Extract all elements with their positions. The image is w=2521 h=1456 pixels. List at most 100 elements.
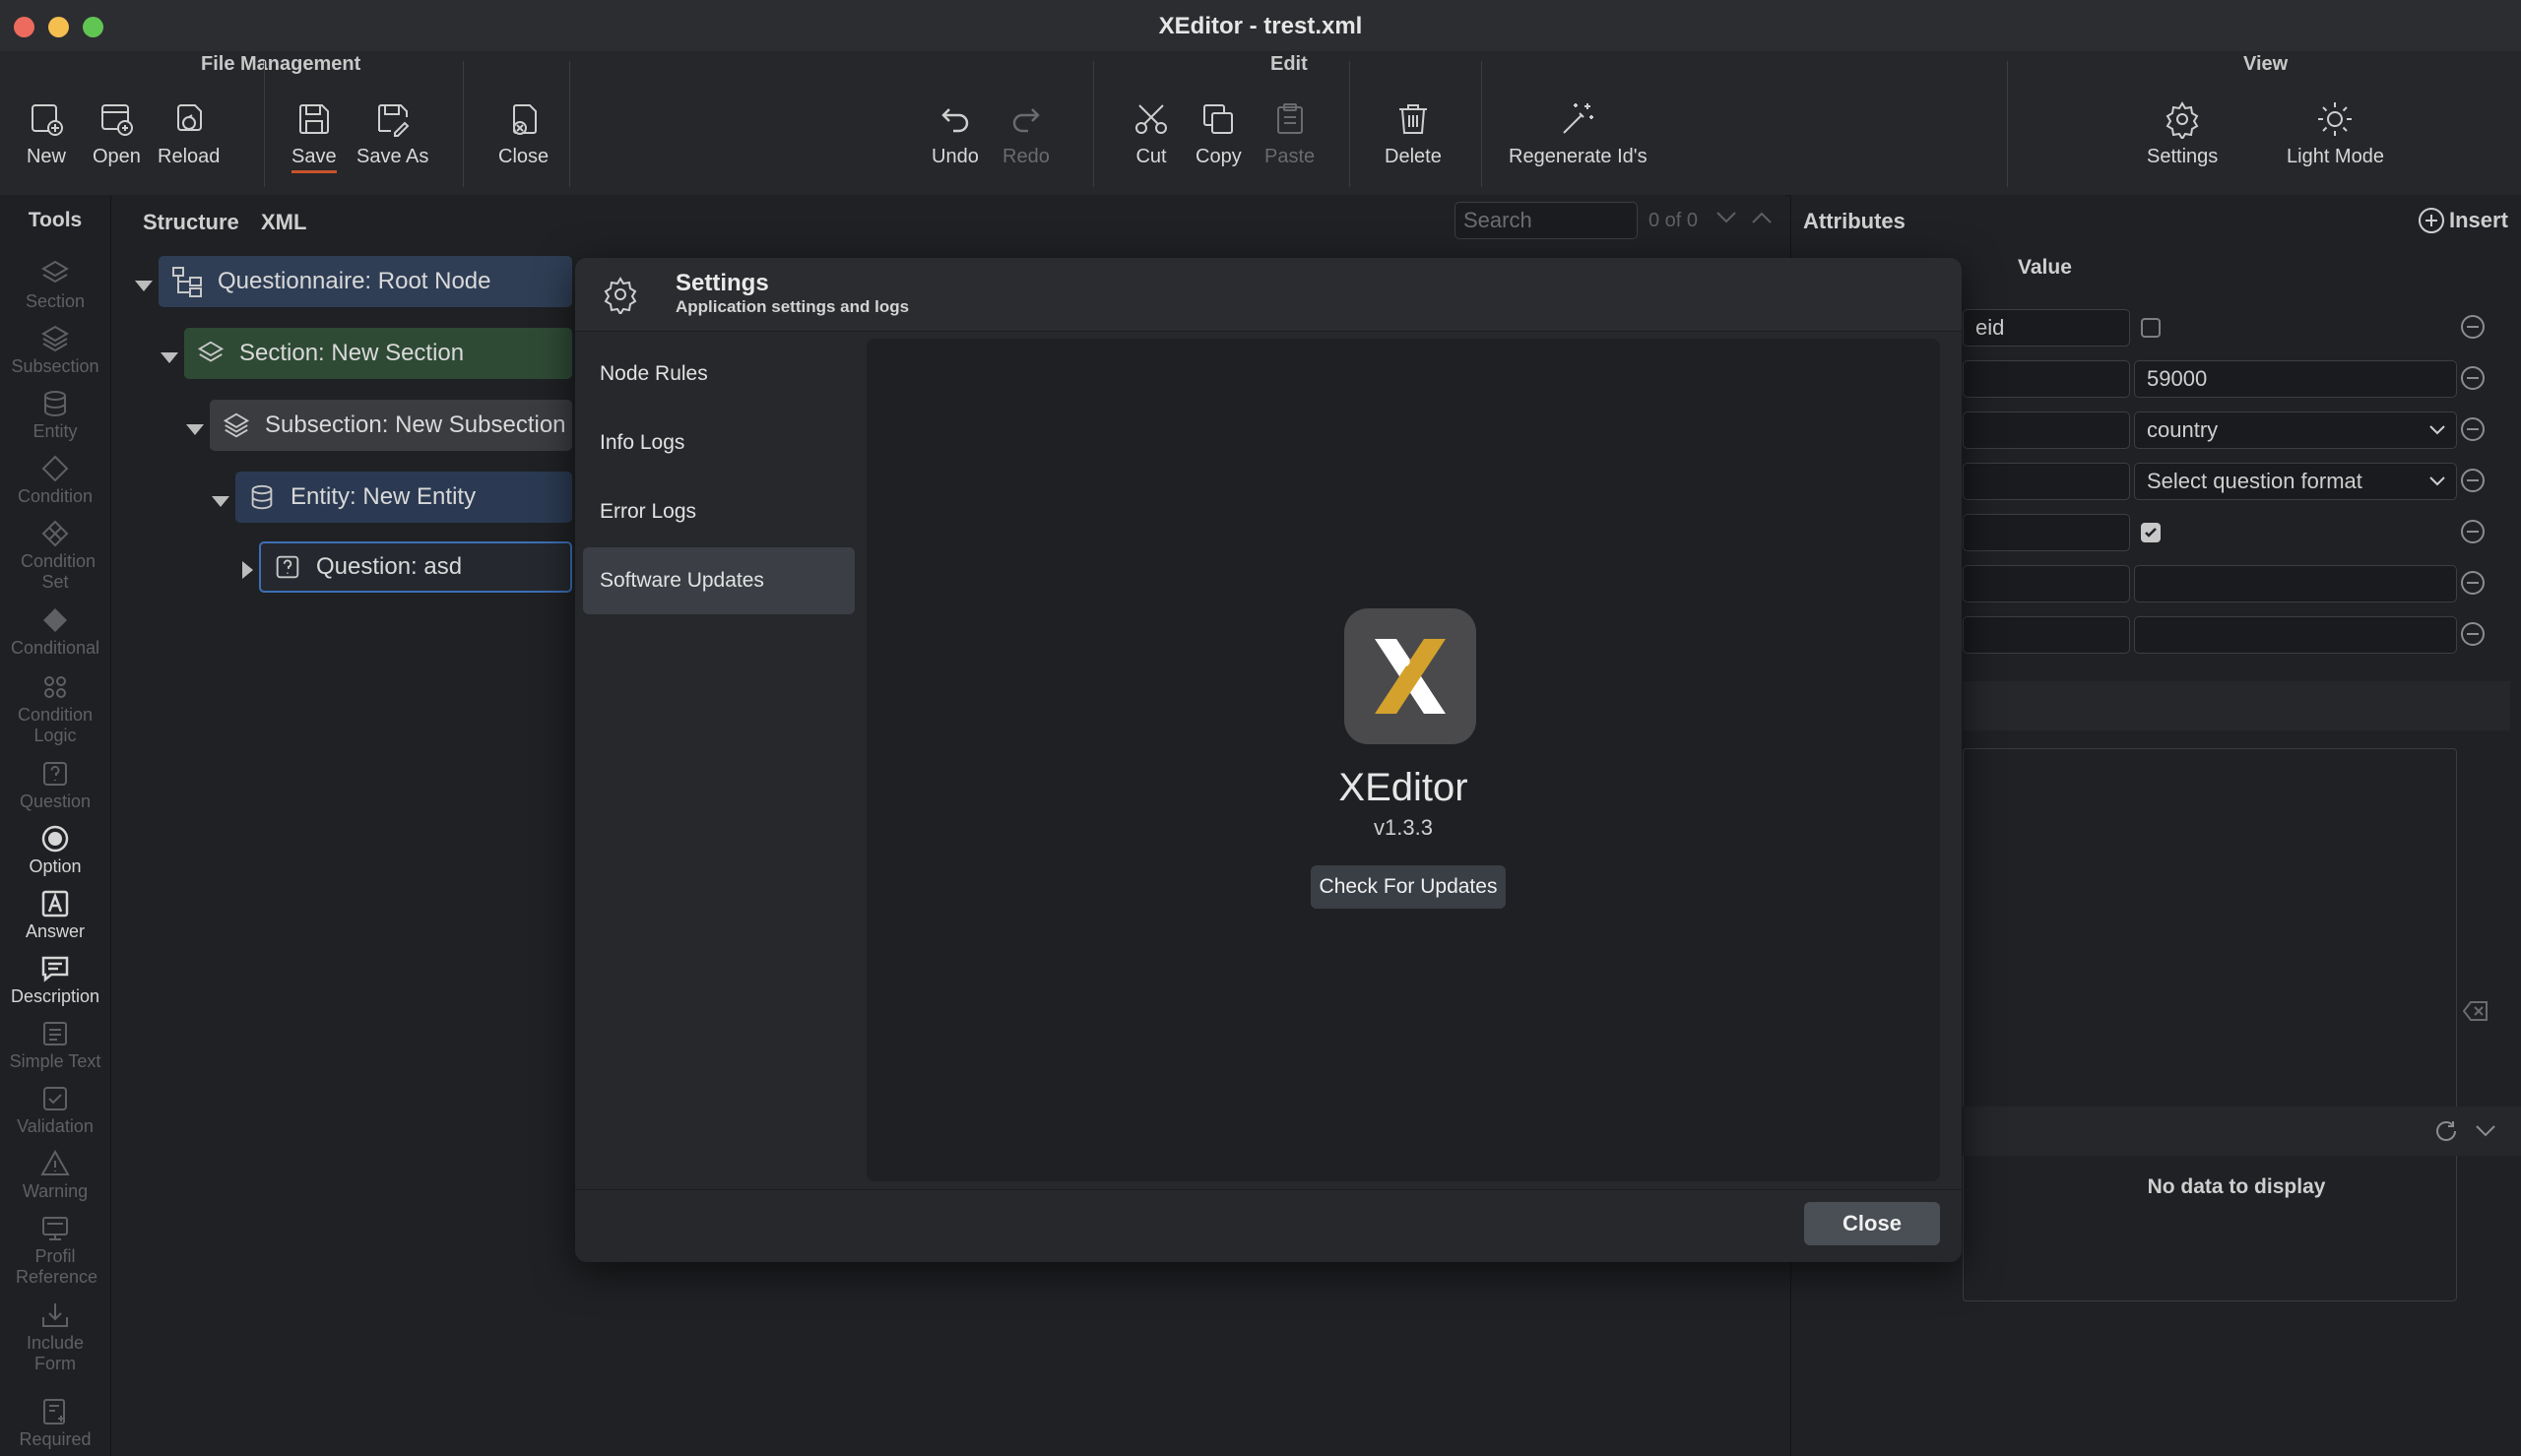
tool-entity[interactable]: Entity [0,388,110,442]
close-file-button[interactable]: Close [498,98,549,187]
collapse-caret[interactable] [242,561,253,579]
tree-node-root[interactable]: Questionnaire: Root Node [159,256,572,307]
tool-profil-reference[interactable]: Profil Reference [0,1213,110,1288]
tool-condition-logic[interactable]: Condition Logic [0,671,110,746]
tool-answer[interactable]: Answer [0,888,110,942]
attr-value-field[interactable]: 59000 [2134,360,2457,398]
attr-name-field[interactable]: eid [1963,309,2130,347]
radio-option-icon [39,823,71,855]
title-bar: XEditor - trest.xml [0,0,2521,52]
delete-button[interactable]: Delete [1385,98,1442,187]
cut-button[interactable]: Cut [1131,98,1172,187]
attr-name-field[interactable] [1963,360,2130,398]
light-mode-button[interactable]: Light Mode [2287,98,2384,187]
undo-button[interactable]: Undo [932,98,979,187]
settings-button[interactable]: Settings [2147,98,2218,187]
open-button[interactable]: Open [93,98,141,187]
attr-name-field[interactable] [1963,514,2130,551]
attr-name-field[interactable] [1963,463,2130,500]
tool-conditional[interactable]: Conditional [0,604,110,659]
attr-value-field[interactable] [2134,616,2457,654]
expand-caret[interactable] [212,496,229,507]
search-count: 0 of 0 [1648,210,1699,231]
clear-icon[interactable] [2463,1000,2489,1022]
paste-button[interactable]: Paste [1264,98,1315,187]
attr-value-field[interactable] [2134,565,2457,602]
tree-node-entity[interactable]: Entity: New Entity [235,472,572,523]
reload-button[interactable]: Reload [158,98,220,187]
download-tray-icon [39,1299,71,1331]
insert-button[interactable]: Insert [2418,207,2508,234]
question-box-icon [39,758,71,790]
tool-include-form[interactable]: Include Form [0,1299,110,1374]
settings-title: Settings [676,270,769,296]
nav-info-logs[interactable]: Info Logs [583,410,855,476]
remove-attr-icon[interactable] [2461,417,2485,441]
text-answer-icon [39,888,71,919]
remove-attr-icon[interactable] [2461,315,2485,339]
tool-subsection[interactable]: Subsection [0,323,110,377]
tool-condition-set[interactable]: Condition Set [0,518,110,593]
tool-condition[interactable]: Condition [0,453,110,507]
tool-warning[interactable]: Warning [0,1148,110,1202]
hierarchy-icon [170,265,204,298]
tool-section[interactable]: Section [0,258,110,312]
expand-caret[interactable] [135,281,153,291]
attr-name-field[interactable] [1963,616,2130,654]
check-for-updates-button[interactable]: Check For Updates [1311,865,1506,909]
nav-node-rules[interactable]: Node Rules [583,341,855,408]
remove-attr-icon[interactable] [2461,520,2485,543]
attr-format-select[interactable]: Select question format [2134,463,2457,500]
copy-icon [1197,98,1239,140]
remove-attr-icon[interactable] [2461,366,2485,390]
search-input[interactable]: Search [1454,202,1638,239]
remove-attr-icon[interactable] [2461,571,2485,595]
tool-required[interactable]: Required [0,1396,110,1450]
tool-option[interactable]: Option [0,823,110,877]
new-file-icon [26,98,67,140]
plus-circle-icon [2418,207,2445,234]
tab-structure[interactable]: Structure [143,210,239,235]
remove-attr-icon[interactable] [2461,469,2485,492]
window-title: XEditor - trest.xml [1158,13,1363,39]
open-file-icon [96,98,137,140]
redo-icon [1005,98,1047,140]
database-icon [39,388,71,419]
value-column-header: Value [2018,256,2072,279]
tool-question[interactable]: Question [0,758,110,812]
tab-xml[interactable]: XML [261,210,306,235]
tree-node-section[interactable]: Section: New Section [184,328,572,379]
attr-text-area[interactable] [1963,748,2457,1301]
attr-checkbox[interactable] [2141,318,2161,338]
chevron-down-icon[interactable] [2475,1124,2496,1138]
nav-error-logs[interactable]: Error Logs [583,478,855,545]
diamond-icon [39,453,71,484]
settings-dialog: Settings Application settings and logs N… [575,258,1962,1262]
tool-validation[interactable]: Validation [0,1083,110,1137]
tool-description[interactable]: Description [0,953,110,1007]
close-settings-button[interactable]: Close [1804,1202,1940,1245]
tool-simple-text[interactable]: Simple Text [0,1018,110,1072]
save-button[interactable]: Save [291,98,337,187]
regenerate-ids-button[interactable]: Regenerate Id's [1509,98,1648,187]
save-as-button[interactable]: Save As [356,98,428,187]
close-file-icon [503,98,545,140]
layers-icon [196,339,226,368]
new-button[interactable]: New [26,98,67,187]
attr-value-select[interactable]: country [2134,411,2457,449]
tools-title: Tools [28,209,83,231]
attr-checkbox-checked[interactable] [2141,523,2161,542]
chevron-down-icon[interactable] [1715,211,1737,224]
expand-caret[interactable] [186,424,204,435]
tree-node-question[interactable]: Question: asd [259,541,572,593]
chevron-up-icon[interactable] [1751,211,1773,224]
redo-button[interactable]: Redo [1002,98,1050,187]
nav-software-updates[interactable]: Software Updates [583,547,855,614]
attr-name-field[interactable] [1963,411,2130,449]
tree-node-subsection[interactable]: Subsection: New Subsection [210,400,572,451]
expand-caret[interactable] [161,352,178,363]
copy-button[interactable]: Copy [1196,98,1242,187]
remove-attr-icon[interactable] [2461,622,2485,646]
refresh-icon[interactable] [2433,1118,2459,1144]
attr-name-field[interactable] [1963,565,2130,602]
